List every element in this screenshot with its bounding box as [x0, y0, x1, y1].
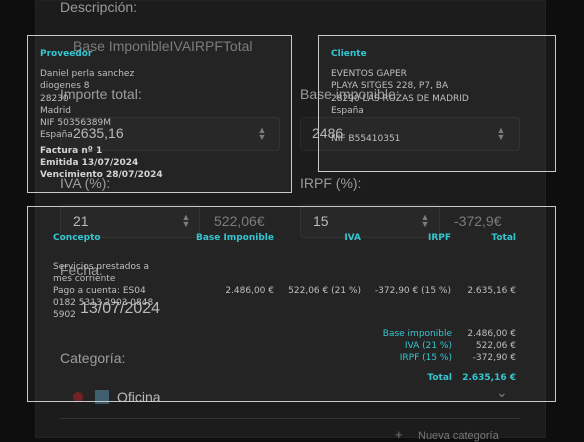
irpf-label: IRPF (%):: [300, 175, 362, 191]
proveedor-line: Daniel perla sanchez: [40, 69, 135, 79]
proveedor-line: diogenes 8: [40, 81, 90, 91]
row-irpf: -372,90 € (15 %): [374, 286, 451, 296]
table-header-total: Total: [491, 233, 516, 243]
cliente-line: España: [331, 106, 364, 116]
concepto-line: mes corriente: [53, 274, 116, 284]
concepto-line: 5902: [53, 310, 76, 320]
table-header-iva: IVA: [344, 233, 361, 243]
summary-iva-label: IVA (21 %): [404, 341, 452, 351]
summary-base-label: Base imponible: [382, 329, 452, 339]
summary-iva-value: 522,06 €: [475, 341, 516, 351]
row-base: 2.486,00 €: [225, 286, 274, 296]
concepto-line: 0182 5313 2903 0848: [53, 298, 154, 308]
vencimiento-date: Vencimiento 28/07/2024: [40, 170, 163, 180]
row-iva: 522,06 € (21 %): [288, 286, 361, 296]
table-header-concepto: Concepto: [53, 233, 101, 243]
summary-irpf-label: IRPF (15 %): [399, 353, 452, 363]
proveedor-line: Madrid: [40, 106, 71, 116]
descripcion-label: Descripción:: [60, 0, 138, 15]
cliente-line: 28290 LAS ROZAS DE MADRID: [331, 94, 469, 104]
cliente-nif: NIF B55410351: [331, 134, 401, 144]
cliente-heading: Cliente: [331, 49, 367, 59]
proveedor-heading: Proveedor: [40, 49, 93, 59]
factura-number: Factura nº 1: [40, 146, 103, 156]
cliente-line: EVENTOS GAPER: [331, 69, 407, 79]
nueva-categoria-button[interactable]: Nueva categoría: [418, 430, 499, 442]
plus-icon[interactable]: +: [395, 427, 403, 442]
proveedor-line: España: [40, 130, 73, 140]
concepto-line: Servicios prestados a: [53, 262, 150, 272]
summary-base-value: 2.486,00 €: [467, 329, 516, 339]
cliente-line: PLAYA SITGES 228, P7, BA: [331, 81, 449, 91]
proveedor-line: NIF 50356389M: [40, 118, 111, 128]
table-header-base: Base Imponible: [195, 233, 274, 243]
categoria-divider: [60, 418, 520, 419]
summary-irpf-value: -372,90 €: [472, 353, 516, 363]
row-total: 2.635,16 €: [467, 286, 516, 296]
proveedor-line: 28230: [40, 94, 69, 104]
summary-total-value: 2.635,16 €: [462, 373, 516, 383]
summary-total-label: Total: [427, 373, 452, 383]
emitida-date: Emitida 13/07/2024: [40, 158, 139, 168]
concepto-line: Pago a cuenta: ES04: [53, 286, 146, 296]
table-header-irpf: IRPF: [427, 233, 451, 243]
